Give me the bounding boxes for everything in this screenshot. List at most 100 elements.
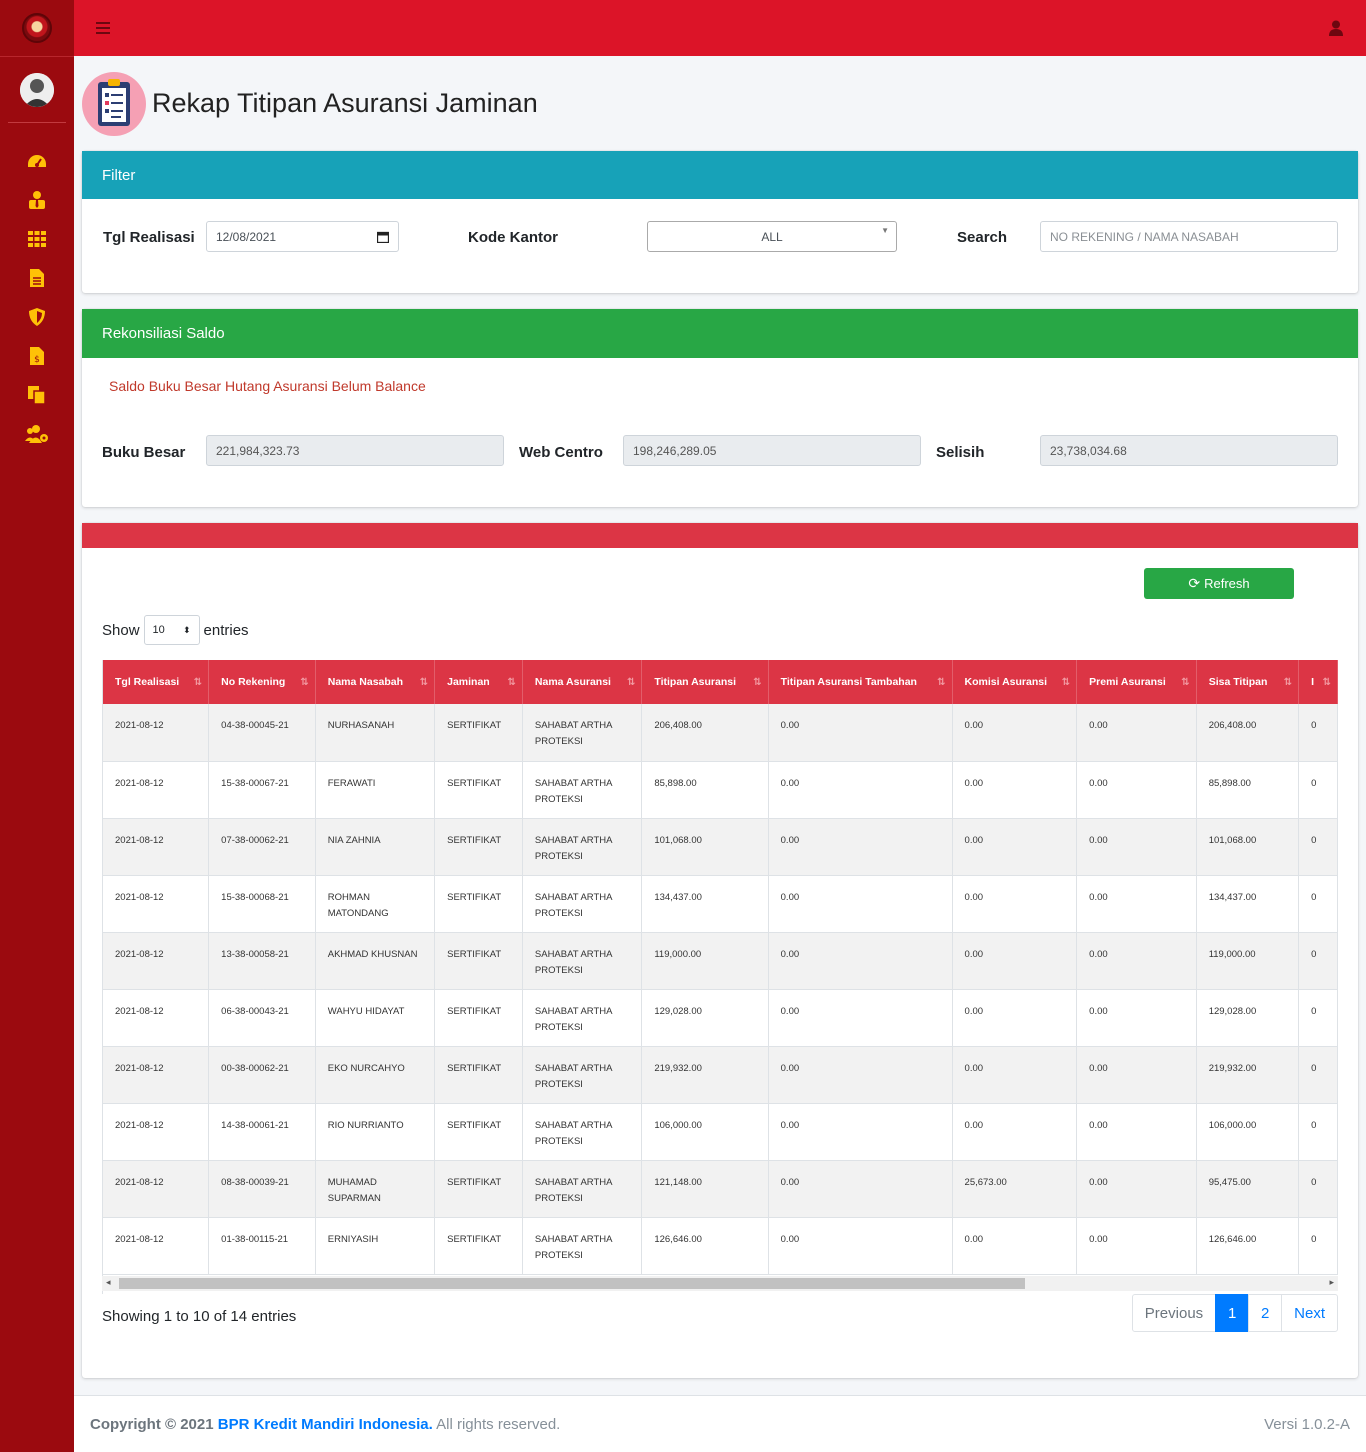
column-header[interactable]: Nama Asuransi ⇅ — [522, 660, 643, 704]
column-header[interactable]: Tgl Realisasi ⇅ — [103, 660, 210, 704]
table-cell: 2021-08-12 — [103, 989, 210, 1047]
sidebar-item-report[interactable] — [0, 258, 74, 297]
table-cell: 0 — [1298, 818, 1338, 876]
sidebar-user[interactable] — [8, 57, 66, 123]
table-cell: 206,408.00 — [641, 704, 769, 762]
sort-icon[interactable]: ⇅ — [508, 677, 516, 688]
sort-icon[interactable]: ⇅ — [753, 677, 761, 688]
table-cell: SAHABAT ARTHA PROTEKSI — [522, 818, 643, 876]
menu-toggle-icon[interactable] — [96, 22, 110, 34]
column-header[interactable]: Jaminan ⇅ — [434, 660, 523, 704]
pagination-page-2[interactable]: 2 — [1248, 1294, 1283, 1332]
table-cell: 07-38-00062-21 — [208, 818, 316, 876]
sidebar-item-user-tie[interactable] — [0, 180, 74, 219]
table-row[interactable]: 2021-08-12 07-38-00062-21 NIA ZAHNIA SERTIF… — [103, 818, 1338, 876]
table-cell: 0.00 — [1076, 875, 1197, 933]
grid-icon — [28, 230, 46, 247]
sidebar-brand[interactable] — [0, 0, 74, 57]
table-cell: SAHABAT ARTHA PROTEKSI — [522, 989, 643, 1047]
table-cell: 0.00 — [768, 818, 953, 876]
table-row[interactable]: 2021-08-12 04-38-00045-21 NURHASANAH SERTIF… — [103, 704, 1338, 762]
sort-icon[interactable]: ⇅ — [300, 677, 308, 688]
table-cell: 08-38-00039-21 — [208, 1160, 316, 1218]
table-cell: 219,932.00 — [641, 1046, 769, 1104]
column-header[interactable]: Komisi Asuransi ⇅ — [952, 660, 1078, 704]
pagination-previous[interactable]: Previous — [1131, 1294, 1217, 1332]
entries-label: entries — [203, 621, 249, 639]
web-centro-value: 198,246,289.05 — [633, 443, 717, 458]
column-header[interactable]: Premi Asuransi ⇅ — [1076, 660, 1197, 704]
table-cell: SERTIFIKAT — [434, 932, 523, 990]
refresh-button[interactable]: ⟳ Refresh — [1144, 568, 1294, 599]
column-header[interactable]: Sisa Titipan ⇅ — [1196, 660, 1300, 704]
table-cell: 2021-08-12 — [103, 932, 210, 990]
column-header[interactable]: Titipan Asuransi ⇅ — [641, 660, 769, 704]
main-content: Rekap Titipan Asuransi Jaminan Filter Tg… — [82, 56, 1358, 1394]
table-row[interactable]: 2021-08-12 01-38-00115-21 ERNIYASIH SERTIFI… — [103, 1217, 1338, 1275]
sidebar-item-invoice[interactable]: $ — [0, 336, 74, 375]
sidebar: $ — [0, 0, 74, 1452]
table-row[interactable]: 2021-08-12 15-38-00067-21 FERAWATI SERTIFIK… — [103, 761, 1338, 819]
sort-icon[interactable]: ⇅ — [1284, 677, 1292, 688]
table-row[interactable]: 2021-08-12 15-38-00068-21 ROHMAN MATONDANG… — [103, 875, 1338, 933]
sort-icon[interactable]: ⇅ — [937, 677, 945, 688]
pagination-page-1[interactable]: 1 — [1215, 1294, 1250, 1332]
entries-select[interactable]: 10 ⬍ — [143, 615, 200, 645]
table-cell: 129,028.00 — [1196, 989, 1300, 1047]
company-link[interactable]: BPR Kredit Mandiri Indonesia. — [218, 1416, 433, 1433]
table-row[interactable]: 2021-08-12 13-38-00058-21 AKHMAD KHUSNAN SE… — [103, 932, 1338, 990]
sort-icon[interactable]: ⇅ — [1181, 677, 1189, 688]
tgl-realisasi-value: 12/08/2021 — [216, 229, 277, 244]
column-header[interactable]: Titipan Asuransi Tambahan ⇅ — [768, 660, 953, 704]
calendar-icon[interactable] — [377, 231, 389, 243]
horizontal-scrollbar[interactable]: ◂ ▸ — [102, 1276, 1338, 1291]
table-cell: 0.00 — [1076, 1103, 1197, 1161]
table-cell: 0.00 — [952, 875, 1078, 933]
sidebar-item-copy[interactable] — [0, 375, 74, 414]
table-row[interactable]: 2021-08-12 14-38-00061-21 RIO NURRIANTO SER… — [103, 1103, 1338, 1161]
table-cell: 2021-08-12 — [103, 1160, 210, 1218]
table-cell: 0.00 — [1076, 932, 1197, 990]
table-cell: 13-38-00058-21 — [208, 932, 316, 990]
scroll-left-icon[interactable]: ◂ — [106, 1277, 111, 1288]
table-cell: 0.00 — [952, 989, 1078, 1047]
table-cell: EKO NURCAHYO — [315, 1046, 436, 1104]
table-cell: 2021-08-12 — [103, 761, 210, 819]
table-cell: 0.00 — [768, 875, 953, 933]
table-cell: 0.00 — [952, 1046, 1078, 1104]
sort-icon[interactable]: ⇅ — [1323, 677, 1331, 688]
sidebar-item-insurance[interactable] — [0, 297, 74, 336]
table-cell: 0.00 — [768, 932, 953, 990]
sidebar-item-users-cog[interactable] — [0, 414, 74, 453]
search-input[interactable]: NO REKENING / NAMA NASABAH — [1040, 221, 1338, 252]
table-row[interactable]: 2021-08-12 06-38-00043-21 WAHYU HIDAYAT SER… — [103, 989, 1338, 1047]
user-icon[interactable] — [1328, 20, 1344, 36]
table-cell: ROHMAN MATONDANG — [315, 875, 436, 933]
column-header[interactable]: No Rekening ⇅ — [208, 660, 316, 704]
sort-icon[interactable]: ⇅ — [420, 677, 428, 688]
table-cell: 121,148.00 — [641, 1160, 769, 1218]
scroll-right-icon[interactable]: ▸ — [1329, 1277, 1334, 1288]
table-cell: 119,000.00 — [1196, 932, 1300, 990]
sort-icon[interactable]: ⇅ — [1062, 677, 1070, 688]
sort-icon[interactable]: ⇅ — [194, 677, 202, 688]
scrollbar-thumb[interactable] — [119, 1278, 1025, 1289]
table-card-header — [82, 523, 1358, 548]
column-header[interactable]: I ⇅ — [1298, 660, 1338, 704]
kode-kantor-label: Kode Kantor — [468, 229, 558, 246]
sort-icon[interactable]: ⇅ — [627, 677, 635, 688]
table-scroll-container[interactable]: Tgl Realisasi ⇅ No Rekening ⇅ Nama Nasabah ⇅ J… — [102, 660, 1338, 1294]
table-cell: SAHABAT ARTHA PROTEKSI — [522, 932, 643, 990]
column-header[interactable]: Nama Nasabah ⇅ — [315, 660, 436, 704]
kode-kantor-select[interactable]: ALL ▼ — [647, 221, 897, 252]
table-cell: 0 — [1298, 875, 1338, 933]
table-row[interactable]: 2021-08-12 08-38-00039-21 MUHAMAD SUPARMAN… — [103, 1160, 1338, 1218]
table-row[interactable]: 2021-08-12 00-38-00062-21 EKO NURCAHYO SERT… — [103, 1046, 1338, 1104]
sidebar-item-dashboard[interactable] — [0, 141, 74, 180]
table-cell: 06-38-00043-21 — [208, 989, 316, 1047]
table-header-row: Tgl Realisasi ⇅ No Rekening ⇅ Nama Nasabah ⇅ J… — [103, 660, 1338, 704]
pagination-next[interactable]: Next — [1281, 1294, 1338, 1332]
table-cell: 95,475.00 — [1196, 1160, 1300, 1218]
sidebar-item-grid[interactable] — [0, 219, 74, 258]
tgl-realisasi-input[interactable]: 12/08/2021 — [206, 221, 399, 252]
